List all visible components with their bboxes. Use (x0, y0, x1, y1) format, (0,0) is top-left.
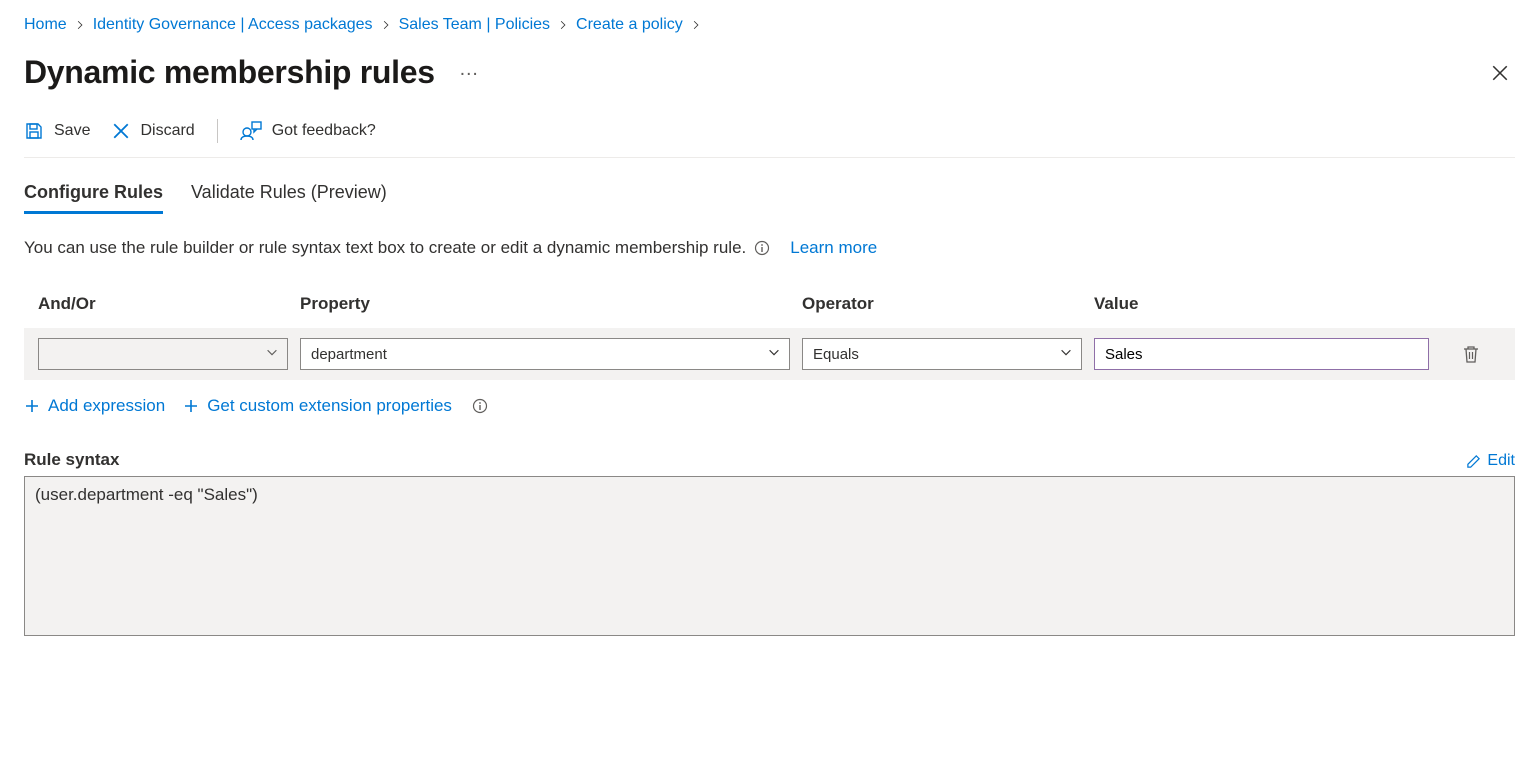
chevron-down-icon (265, 345, 279, 363)
tab-configure-rules[interactable]: Configure Rules (24, 178, 163, 214)
breadcrumb-item-identity-governance[interactable]: Identity Governance | Access packages (93, 16, 373, 34)
description-text: You can use the rule builder or rule syn… (24, 238, 746, 258)
get-extension-properties-button[interactable]: Get custom extension properties (183, 396, 452, 416)
operator-value: Equals (813, 346, 859, 363)
page-title: Dynamic membership rules (24, 54, 435, 91)
col-operator: Operator (802, 294, 1082, 314)
description: You can use the rule builder or rule syn… (24, 238, 1515, 258)
rule-actions: Add expression Get custom extension prop… (24, 396, 1515, 416)
add-expression-label: Add expression (48, 396, 165, 416)
col-property: Property (300, 294, 790, 314)
rule-table-header: And/Or Property Operator Value (24, 294, 1515, 328)
rule-syntax-label: Rule syntax (24, 450, 119, 470)
rule-row: department Equals (24, 328, 1515, 380)
save-icon (24, 121, 44, 141)
chevron-down-icon (1059, 345, 1073, 363)
edit-label: Edit (1487, 452, 1515, 470)
breadcrumb: Home Identity Governance | Access packag… (24, 16, 1515, 34)
plus-icon (24, 398, 40, 414)
chevron-right-icon (558, 20, 568, 30)
chevron-right-icon (381, 20, 391, 30)
feedback-icon (240, 121, 262, 141)
andor-select[interactable] (38, 338, 288, 370)
discard-button[interactable]: Discard (112, 122, 194, 140)
info-icon[interactable] (754, 240, 770, 256)
rule-builder-table: And/Or Property Operator Value departmen… (24, 294, 1515, 380)
close-icon (1491, 64, 1509, 82)
discard-label: Discard (140, 122, 194, 140)
breadcrumb-item-sales-team[interactable]: Sales Team | Policies (399, 16, 550, 34)
breadcrumb-item-home[interactable]: Home (24, 16, 67, 34)
col-value: Value (1094, 294, 1429, 314)
toolbar: Save Discard Got feedback? (24, 119, 1515, 158)
toolbar-separator (217, 119, 218, 143)
property-value: department (311, 346, 387, 363)
learn-more-link[interactable]: Learn more (790, 238, 877, 258)
plus-icon (183, 398, 199, 414)
tabs: Configure Rules Validate Rules (Preview) (24, 178, 1515, 214)
add-expression-button[interactable]: Add expression (24, 396, 165, 416)
get-ext-props-label: Get custom extension properties (207, 396, 452, 416)
info-icon[interactable] (472, 398, 488, 414)
title-row: Dynamic membership rules … (24, 54, 1515, 91)
value-input[interactable] (1094, 338, 1429, 370)
tab-validate-rules[interactable]: Validate Rules (Preview) (191, 178, 387, 214)
col-andor: And/Or (38, 294, 288, 314)
close-icon (112, 122, 130, 140)
breadcrumb-item-create-policy[interactable]: Create a policy (576, 16, 683, 34)
rule-syntax-header: Rule syntax Edit (24, 450, 1515, 470)
chevron-down-icon (767, 345, 781, 363)
chevron-right-icon (691, 20, 701, 30)
chevron-right-icon (75, 20, 85, 30)
trash-icon (1462, 344, 1480, 364)
property-select[interactable]: department (300, 338, 790, 370)
close-button[interactable] (1485, 58, 1515, 88)
save-button[interactable]: Save (24, 121, 90, 141)
delete-row-button[interactable] (1441, 344, 1501, 364)
feedback-label: Got feedback? (272, 122, 376, 140)
feedback-button[interactable]: Got feedback? (240, 121, 376, 141)
save-label: Save (54, 122, 90, 140)
operator-select[interactable]: Equals (802, 338, 1082, 370)
rule-syntax-textarea[interactable] (24, 476, 1515, 636)
edit-syntax-button[interactable]: Edit (1466, 452, 1515, 470)
pencil-icon (1466, 454, 1481, 469)
more-button[interactable]: … (459, 58, 481, 87)
